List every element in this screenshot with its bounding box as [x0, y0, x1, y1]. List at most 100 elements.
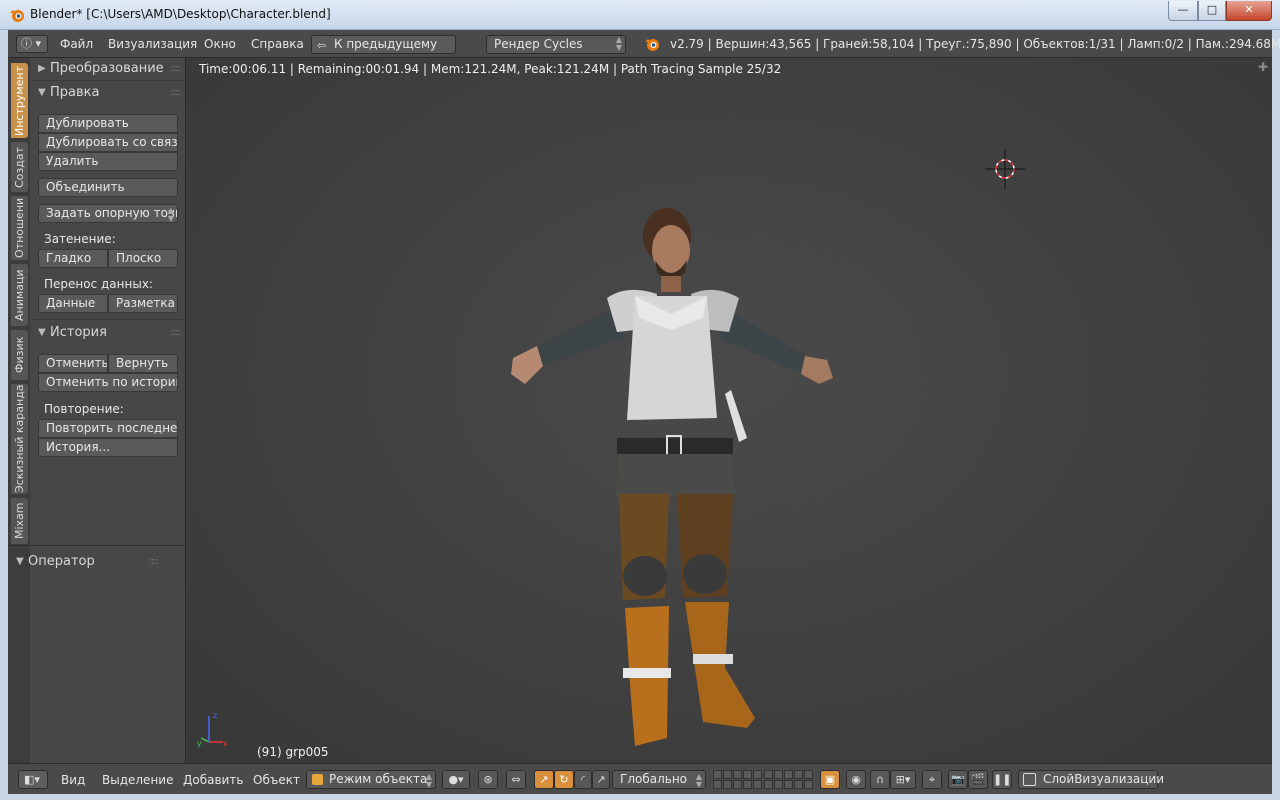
undo-history-button[interactable]: Отменить по истории [38, 373, 178, 392]
panel-edit-title: Правка [50, 85, 100, 100]
drag-grip-icon[interactable]: :::: [171, 323, 182, 343]
undo-button[interactable]: Отменить [38, 354, 108, 373]
updown-arrows-icon: ▲ ▼ [615, 35, 622, 52]
3d-cursor-icon[interactable] [985, 149, 1025, 189]
rotate-manipulator-button[interactable]: ↻ [554, 770, 574, 789]
info-icon: ⓘ ▾ [21, 37, 42, 50]
tab-physics[interactable]: Физик [11, 330, 28, 380]
menu-help[interactable]: Справка [251, 37, 304, 51]
view3d-icon: ◧▾ [24, 773, 40, 786]
info-header: ⓘ ▾ Файл Визуализация Окно Справка ⇦ К п… [8, 30, 1280, 68]
render-status: Time:00:06.11 | Remaining:00:01.94 | Mem… [199, 62, 782, 76]
tab-animation[interactable]: Анимаци [11, 264, 28, 326]
magnet-icon: ∩ [875, 773, 885, 786]
panel-transform[interactable]: ▶ Преобразование :::: [34, 59, 184, 79]
3d-viewport[interactable]: Time:00:06.11 | Remaining:00:01.94 | Mem… [187, 58, 1272, 763]
tool-shelf: ▶ Преобразование :::: ▼ Правка :::: Дубл… [8, 58, 186, 763]
data-layout-button[interactable]: Разметка ... [108, 294, 178, 313]
menu-render[interactable]: Визуализация [108, 37, 197, 51]
expanded-triangle-icon: ▼ [38, 87, 46, 98]
solid-sphere-icon: ●▾ [448, 773, 464, 786]
render-engine-select[interactable]: Рендер Cycles ▲ ▼ [486, 35, 626, 54]
repeat-label: Повторение: [44, 402, 124, 416]
arc-icon: ◜ [580, 773, 586, 786]
editor-type-button[interactable]: ◧▾ [18, 770, 48, 789]
history-button[interactable]: История... [38, 438, 178, 457]
proportional-edit-button[interactable]: ◉ [846, 770, 866, 789]
delete-button[interactable]: Удалить [38, 152, 178, 171]
updown-arrows-icon: ▲ ▼ [695, 772, 702, 789]
menu-select[interactable]: Выделение [102, 773, 173, 787]
panel-edit[interactable]: ▼ Правка :::: [34, 83, 184, 103]
blender-logo-icon [645, 39, 659, 51]
render-layer-select[interactable]: СлойВизуализации [1018, 770, 1164, 789]
render-layer-icon [1023, 773, 1036, 786]
render-layer-value: СлойВизуализации [1043, 772, 1165, 786]
pause-render-button[interactable]: ❚❚ [992, 770, 1012, 789]
close-button[interactable]: ✕ [1226, 1, 1272, 21]
transform-orientation-button[interactable]: ↗ [592, 770, 610, 789]
interaction-mode-select[interactable]: Режим объекта ▲ ▼ [306, 770, 436, 789]
translate-manipulator-button[interactable]: ↗ [534, 770, 554, 789]
scene-stats: v2.79 | Вершин:43,565 | Граней:58,104 | … [670, 37, 1280, 51]
maximize-button[interactable]: □ [1198, 1, 1226, 21]
tool-tabs: Инструмент Создат Отношени Анимаци Физик… [8, 58, 30, 763]
scene-layers-left[interactable] [713, 770, 762, 789]
join-button[interactable]: Объединить [38, 178, 178, 197]
expanded-triangle-icon: ▼ [16, 556, 24, 567]
axis-label-x: x [223, 739, 228, 748]
repeat-last-button[interactable]: Повторить последнее [38, 419, 178, 438]
manipulator-icon: ⇔ [511, 773, 521, 786]
back-to-previous-button[interactable]: ⇦ К предыдущему виду [311, 35, 456, 68]
panel-history[interactable]: ▼ История :::: [34, 323, 184, 343]
scale-manipulator-button[interactable]: ◜ [574, 770, 592, 789]
data-transfer-button[interactable]: Данные [38, 294, 108, 313]
menu-object[interactable]: Объект [253, 773, 300, 787]
panel-operator-title: Оператор [28, 554, 95, 569]
snap-toggle-button[interactable]: ∩ [870, 770, 890, 789]
menu-file[interactable]: Файл [60, 37, 93, 51]
drag-grip-icon[interactable]: :::: [171, 83, 182, 103]
duplicate-button[interactable]: Дублировать [38, 114, 178, 133]
shade-smooth-button[interactable]: Гладко [38, 249, 108, 268]
axis-gizmo: x y z [197, 711, 228, 748]
clapper-icon: 🎬 [971, 773, 985, 786]
region-toggle-plus-icon[interactable]: ✚ [1258, 60, 1268, 74]
tab-tools[interactable]: Инструмент [11, 63, 28, 138]
arrow-icon: ↗ [596, 773, 606, 786]
shade-flat-button[interactable]: Плоско [108, 249, 178, 268]
expanded-triangle-icon: ▼ [38, 327, 46, 338]
minimize-button[interactable]: — [1168, 1, 1198, 21]
set-origin-button[interactable]: Задать опорную точку ▲ ▼ [38, 204, 178, 223]
tab-grease-pencil[interactable]: Эскизный каранда [11, 384, 28, 494]
snap-target-button[interactable]: ⌖ [922, 770, 942, 789]
pivot-point-button[interactable]: ⊛ [478, 770, 498, 789]
render-image-button[interactable]: 📷 [948, 770, 968, 789]
drag-grip-icon[interactable]: :::: [171, 59, 182, 79]
drag-grip-icon[interactable]: :::: [149, 552, 160, 572]
menu-add[interactable]: Добавить [183, 773, 243, 787]
back-arrow-icon: ⇦ [317, 39, 327, 52]
tab-mixamo[interactable]: Mixam [11, 498, 28, 544]
panel-operator[interactable]: ▼ Оператор :::: [12, 552, 162, 572]
character-model[interactable] [507, 198, 847, 758]
manipulator-toggle-button[interactable]: ⇔ [506, 770, 526, 789]
redo-button[interactable]: Вернуть [108, 354, 178, 373]
snap-element-button[interactable]: ⊞▾ [890, 770, 916, 789]
lock-camera-layer-button[interactable]: ▣ [820, 770, 840, 789]
divider [34, 80, 184, 81]
transform-orientation-select[interactable]: Глобально ▲ ▼ [612, 770, 706, 789]
duplicate-linked-button[interactable]: Дублировать со связя... [38, 133, 178, 152]
tab-relations[interactable]: Отношени [11, 196, 28, 260]
tab-create[interactable]: Создат [11, 142, 28, 192]
divider [8, 545, 184, 546]
menu-view[interactable]: Вид [61, 773, 85, 787]
blender-logo-icon [10, 10, 24, 22]
render-animation-button[interactable]: 🎬 [968, 770, 988, 789]
viewport-shading-button[interactable]: ●▾ [442, 770, 470, 789]
blender-app: ⓘ ▾ Файл Визуализация Окно Справка ⇦ К п… [8, 30, 1280, 794]
menu-window[interactable]: Окно [204, 37, 236, 51]
editor-type-button[interactable]: ⓘ ▾ [16, 35, 48, 53]
scene-layers-right[interactable] [764, 770, 813, 789]
updown-arrows-icon: ▲ ▼ [425, 772, 432, 789]
